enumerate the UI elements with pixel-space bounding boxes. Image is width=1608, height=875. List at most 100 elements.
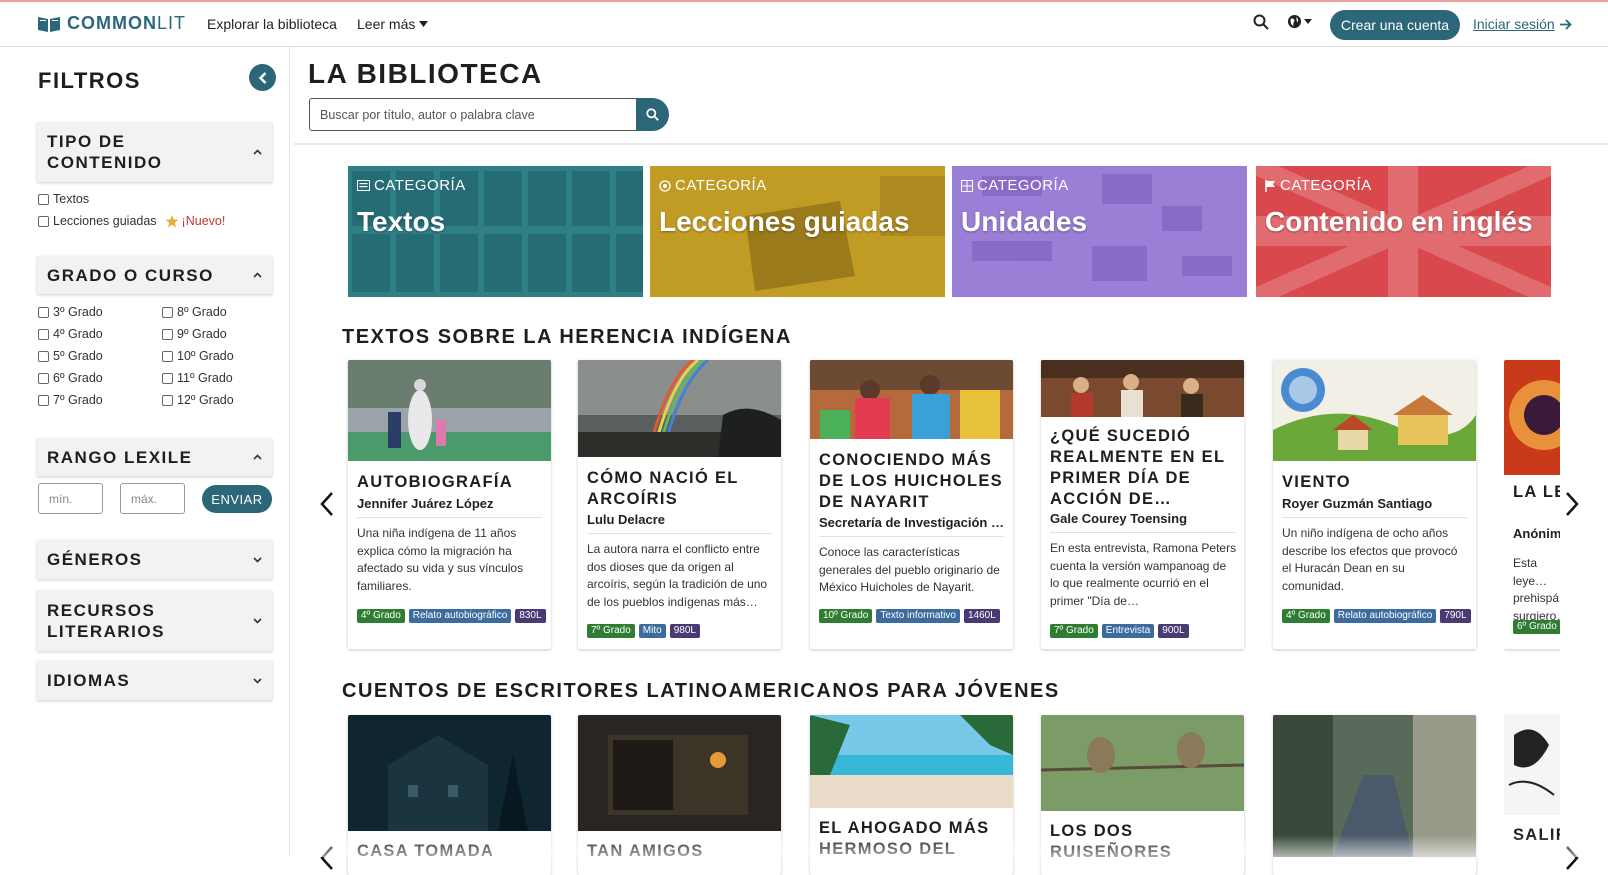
create-account-button[interactable]: Crear una cuenta [1330,10,1460,40]
filter-genres-header[interactable]: GÉNEROS [37,540,272,579]
checkbox-grade[interactable]: 3º Grado [38,305,103,319]
card-description: En esta entrevista, Ramona Peters cuenta… [1050,541,1237,608]
lexile-badge: 830L [515,609,546,623]
card-author: Gale Courey Toensing [1050,511,1188,526]
card-description: La autora narra el conflicto entre dos d… [587,542,768,609]
category-tile-english-content[interactable]: CATEGORÍA Contenido en inglés [1256,166,1551,297]
category-tile-units[interactable]: CATEGORÍA Unidades [952,166,1247,297]
text-card[interactable]: La le… sol y… Anónim… Esta leye… prehisp… [1504,360,1560,649]
lexile-badge: 1460L [963,609,1000,623]
category-label: CATEGORÍA [1265,177,1372,194]
carousel-prev-arrow-icon[interactable] [319,491,335,517]
chevron-down-icon [253,556,262,563]
card-badges: 7º Grado Entrevista 900L [1050,624,1240,638]
checkbox-grade[interactable]: 7º Grado [38,393,103,407]
logo-text: COMMONLIT [67,13,187,33]
card-title: Autobiografía [357,473,513,491]
card-title: ¿Qué sucedió realmente en el primer Día … [1050,427,1226,508]
genre-badge: Relato autobiográfico [408,609,512,623]
card-badges: 10º Grado Texto informativo 1460L [819,609,1009,623]
explore-library-link[interactable]: Explorar la biblioteca [207,16,337,32]
text-card[interactable]: Conociendo más de los Huicholes de Nayar… [810,360,1013,649]
card-image [578,715,781,831]
grade-badge: 4º Grado [357,609,405,623]
flag-icon [1265,179,1275,192]
text-card[interactable]: Autobiografía Jennifer Juárez López Una … [348,360,551,649]
category-name: Lecciones guiadas [659,206,910,237]
category-name: Textos [357,206,446,237]
checkbox-grade[interactable]: 9º Grado [162,327,227,341]
lexile-min-input[interactable]: mín. [38,483,103,514]
chevron-up-icon [253,272,262,278]
filter-content-type-header[interactable]: TIPO DE CONTENIDO [37,122,272,182]
section-title: CUENTOS DE ESCRITORES LATINOAMERICANOS P… [342,680,1060,702]
card-clip: La le… sol y… Anónim… Esta leye… prehisp… [1504,356,1560,656]
checkbox-grade[interactable]: 8º Grado [162,305,227,319]
card-image [348,360,551,461]
text-card[interactable]: Viento Royer Guzmán Santiago Un niño ind… [1273,360,1476,649]
divider [294,143,1608,145]
card-image [578,360,781,457]
text-card[interactable]: ¿Qué sucedió realmente en el primer Día … [1041,360,1244,649]
checkbox-texts[interactable]: Textos [38,192,89,206]
grade-badge: 7º Grado [1050,624,1098,638]
caret-down-icon [419,21,429,27]
checkbox-grade[interactable]: 10º Grado [162,349,234,363]
card-badges: 6º Grado [1513,620,1560,634]
chevron-down-icon [253,617,262,624]
chevron-left-icon [258,71,266,84]
card-description: Esta leye… prehispá… surgiero… [1513,556,1560,623]
section-title: TEXTOS SOBRE LA HERENCIA INDÍGENA [342,326,792,348]
category-tile-guided-lessons[interactable]: CATEGORÍA Lecciones guiadas [650,166,945,297]
globe-icon [1287,14,1302,29]
filter-literary-header[interactable]: RECURSOS LITERARIOS [37,590,272,651]
filter-languages-header[interactable]: IDIOMAS [37,661,272,700]
card-author: Jennifer Juárez López [357,496,494,511]
category-label: CATEGORÍA [961,177,1069,194]
card-image [810,360,1013,439]
filter-grade-header[interactable]: GRADO O CURSO [37,256,272,294]
read-more-menu[interactable]: Leer más [357,16,429,32]
category-tile-texts[interactable]: CATEGORÍA Textos [348,166,643,297]
checkbox-grade[interactable]: 11º Grado [162,371,233,385]
genre-badge: Relato autobiográfico [1333,609,1437,623]
card-title: Conociendo más de los Huicholes de Nayar… [819,451,1003,511]
lexile-max-input[interactable]: máx. [120,483,185,514]
new-badge: ¡Nuevo! [165,214,225,228]
checkbox-grade[interactable]: 12º Grado [162,393,234,407]
card-author: Royer Guzmán Santiago [1282,496,1433,511]
card-divider [357,517,542,518]
language-selector[interactable] [1287,14,1312,29]
card-description: Una niña indígena de 11 años explica cóm… [357,526,524,593]
card-badges: 7º Grado Mito 980L [587,624,777,638]
lexile-submit-button[interactable]: ENVIAR [202,485,272,513]
checkbox-grade[interactable]: 6º Grado [38,371,103,385]
logo[interactable]: COMMONLIT [37,13,186,34]
checkbox-grade[interactable]: 5º Grado [38,349,103,363]
grid-icon [961,179,973,192]
login-link[interactable]: Iniciar sesión [1473,16,1572,32]
library-search-button[interactable] [636,98,669,131]
carousel-next-arrow-icon[interactable] [1564,491,1580,517]
category-label: CATEGORÍA [357,177,466,194]
checkbox-guided-lessons[interactable]: Lecciones guiadas ¡Nuevo! [38,214,225,228]
card-image [348,715,551,831]
filter-lexile-header[interactable]: RANGO LEXILE [37,438,272,476]
library-search-input[interactable]: Buscar por título, autor o palabra clave [309,98,637,131]
lexile-badge: 980L [669,624,700,638]
checkbox-grade[interactable]: 4º Grado [38,327,103,341]
text-card[interactable]: Cómo nació el arcoíris Lulu Delacre La a… [578,360,781,649]
category-name: Contenido en inglés [1265,206,1533,237]
card-description: Un niño indígena de ocho años describe l… [1282,526,1458,593]
card-image [1041,360,1244,417]
filters-title: FILTROS [38,68,141,93]
card-image [1041,715,1244,811]
collapse-filters-button[interactable] [249,64,276,91]
chevron-up-icon [253,149,262,155]
card-badges: 4º Grado Relato autobiográfico 830L [357,609,547,623]
genre-badge: Mito [638,624,666,638]
lexile-badge: 900L [1158,624,1189,638]
card-title: Viento [1282,473,1351,491]
card-image [810,715,1013,808]
search-icon[interactable] [1253,14,1269,35]
